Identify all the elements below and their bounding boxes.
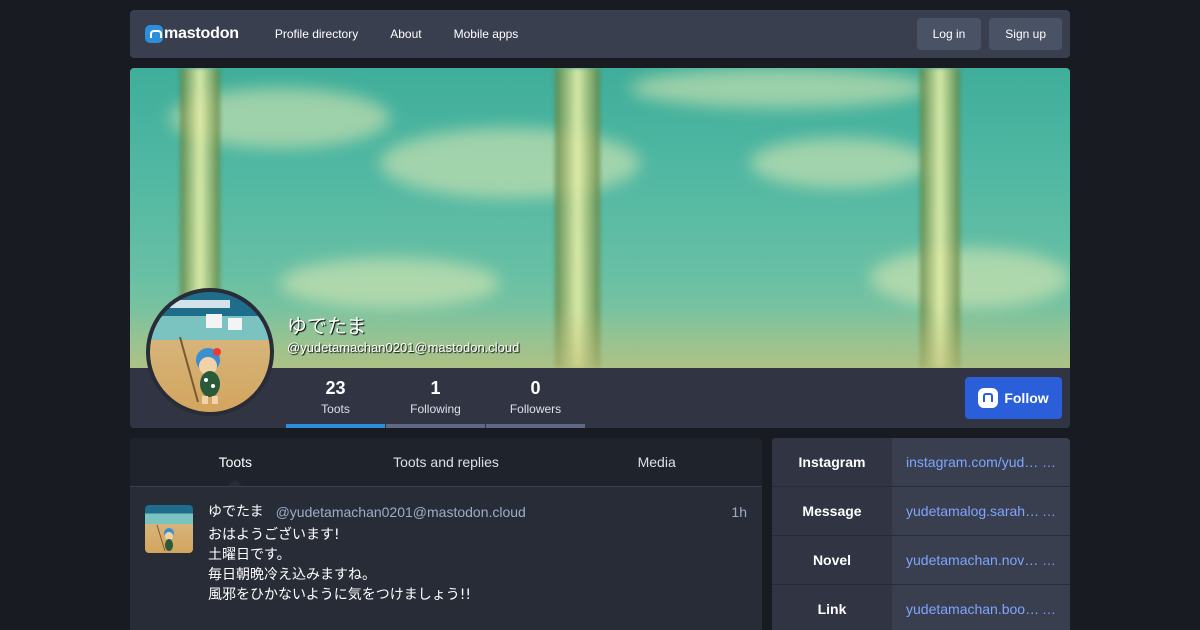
field-link-row: Link yudetamachan.bookmark… bbox=[772, 585, 1070, 630]
field-key: Novel bbox=[772, 536, 892, 584]
counter-toots-underline bbox=[286, 424, 385, 428]
counter-following-number: 1 bbox=[430, 378, 441, 398]
nav-about[interactable]: About bbox=[374, 27, 437, 41]
status-header: ゆでたま @yudetamachan0201@mastodon.cloud 1h bbox=[208, 503, 747, 521]
tab-media[interactable]: Media bbox=[551, 438, 762, 486]
status-avatar-icon bbox=[156, 524, 174, 552]
login-button[interactable]: Log in bbox=[916, 18, 982, 50]
tab-toots-and-replies[interactable]: Toots and replies bbox=[341, 438, 552, 486]
header-cloud bbox=[750, 138, 930, 188]
header-cloud bbox=[870, 248, 1070, 308]
counter-toots[interactable]: 23 Toots bbox=[286, 368, 385, 428]
nav-profile-directory[interactable]: Profile directory bbox=[259, 27, 374, 41]
field-link[interactable]: instagram.com/yudetamachan0201… bbox=[892, 438, 1070, 486]
timeline-column: Toots Toots and replies Media ゆでたま @yude… bbox=[130, 438, 762, 630]
counter-followers[interactable]: 0 Followers bbox=[486, 368, 585, 428]
status-line: おはようございます! bbox=[208, 527, 340, 543]
status-content: おはようございます! 土曜日です。 毎日朝晩冷え込みますね。 風邪をひかないよう… bbox=[208, 525, 747, 605]
header-cloud bbox=[280, 258, 500, 308]
profile-account-handle: @yudetamachan0201@mastodon.cloud bbox=[287, 340, 520, 355]
field-message: Message yudetamalog.sarahah.com… bbox=[772, 487, 1070, 536]
timeline-tabs: Toots Toots and replies Media bbox=[130, 438, 762, 487]
profile-header-image bbox=[130, 68, 1070, 368]
counter-following[interactable]: 1 Following bbox=[386, 368, 485, 428]
profile-avatar[interactable] bbox=[146, 288, 274, 416]
status-line: 風邪をひかないように気をつけましょう!! bbox=[208, 587, 471, 603]
avatar-character-icon bbox=[170, 300, 242, 404]
profile-display-name: ゆでたま bbox=[287, 314, 367, 338]
field-value: instagram.com/yudetamachan0201 bbox=[906, 454, 1042, 470]
field-key: Instagram bbox=[772, 438, 892, 486]
top-navigation-bar: mastodon Profile directory About Mobile … bbox=[130, 10, 1070, 58]
counter-followers-number: 0 bbox=[530, 378, 541, 398]
field-link[interactable]: yudetamalog.sarahah.com… bbox=[892, 487, 1070, 535]
status-account-handle[interactable]: @yudetamachan0201@mastodon.cloud bbox=[276, 503, 526, 521]
counter-toots-label: Toots bbox=[321, 402, 350, 416]
field-link[interactable]: yudetamachan.novel.blog… bbox=[892, 536, 1070, 584]
status-line: 毎日朝晩冷え込みますね。 bbox=[208, 567, 376, 583]
follow-button[interactable]: Follow bbox=[965, 377, 1062, 419]
field-key: Message bbox=[772, 487, 892, 535]
profile-stats-bar: 23 Toots 1 Following 0 Followers bbox=[130, 368, 1070, 428]
mastodon-logo[interactable]: mastodon bbox=[145, 25, 239, 43]
counter-following-underline bbox=[386, 424, 485, 428]
counter-following-label: Following bbox=[410, 402, 461, 416]
mastodon-logo-icon bbox=[145, 25, 163, 43]
field-key: Link bbox=[772, 585, 892, 630]
counter-toots-number: 23 bbox=[325, 378, 346, 398]
signup-button[interactable]: Sign up bbox=[989, 18, 1062, 50]
profile-fields: Instagram instagram.com/yudetamachan0201… bbox=[772, 438, 1070, 630]
follow-button-label: Follow bbox=[1004, 390, 1049, 406]
tab-toots[interactable]: Toots bbox=[130, 438, 341, 487]
header-cloud bbox=[380, 128, 640, 198]
field-novel: Novel yudetamachan.novel.blog… bbox=[772, 536, 1070, 585]
field-value: yudetamachan.bookmark bbox=[906, 601, 1042, 617]
auth-buttons: Log in Sign up bbox=[916, 18, 1062, 50]
status-line: 土曜日です。 bbox=[208, 547, 291, 563]
status-timestamp[interactable]: 1h bbox=[731, 503, 747, 521]
counter-followers-underline bbox=[486, 424, 585, 428]
field-value: yudetamalog.sarahah.com bbox=[906, 503, 1042, 519]
counter-followers-label: Followers bbox=[509, 402, 562, 416]
logo-text: mastodon bbox=[164, 25, 239, 42]
avatar-image bbox=[150, 292, 270, 412]
status-paragraph: おはようございます! 土曜日です。 毎日朝晩冷え込みますね。 風邪をひかないよう… bbox=[208, 525, 747, 605]
status-avatar[interactable] bbox=[145, 505, 193, 553]
status-item[interactable]: ゆでたま @yudetamachan0201@mastodon.cloud 1h… bbox=[130, 486, 762, 630]
mastodon-icon bbox=[978, 388, 999, 408]
status-display-name[interactable]: ゆでたま bbox=[208, 503, 264, 521]
field-value: yudetamachan.novel.blog bbox=[906, 552, 1042, 568]
field-link[interactable]: yudetamachan.bookmark… bbox=[892, 585, 1070, 630]
nav-mobile-apps[interactable]: Mobile apps bbox=[438, 27, 535, 41]
field-instagram: Instagram instagram.com/yudetamachan0201… bbox=[772, 438, 1070, 487]
header-cloud bbox=[630, 68, 930, 108]
